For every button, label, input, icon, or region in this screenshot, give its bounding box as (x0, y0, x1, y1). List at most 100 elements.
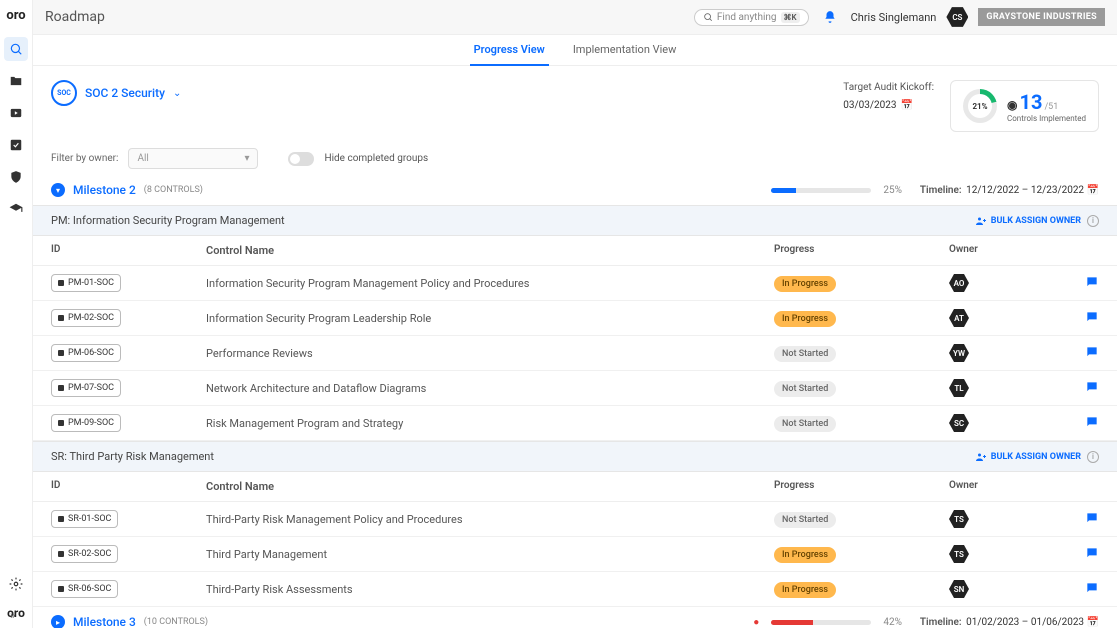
milestone-3-title[interactable]: Milestone 3 (73, 615, 136, 628)
comment-icon[interactable] (1085, 415, 1099, 432)
filter-owner-dropdown[interactable]: All▾ (128, 148, 258, 169)
hide-completed-label: Hide completed groups (324, 153, 428, 164)
control-name: Third-Party Risk Management Policy and P… (206, 513, 774, 526)
control-name: Information Security Program Management … (206, 277, 774, 290)
notifications-icon[interactable] (819, 6, 841, 28)
view-tabs: Progress View Implementation View (33, 34, 1117, 66)
control-name: Third-Party Risk Assessments (206, 583, 774, 596)
comment-icon[interactable] (1085, 275, 1099, 292)
table-header: ID Control Name Progress Owner (33, 472, 1117, 502)
milestone-collapse-icon[interactable]: ▾ (51, 183, 65, 197)
status-badge: Not Started (774, 381, 836, 397)
nav-shield-icon[interactable] (4, 165, 28, 189)
tab-progress-view[interactable]: Progress View (470, 35, 549, 66)
milestone-2-title[interactable]: Milestone 2 (73, 183, 136, 197)
control-name: Network Architecture and Dataflow Diagra… (206, 382, 774, 395)
controls-total: /51 (1044, 102, 1058, 112)
control-name: Risk Management Program and Strategy (206, 417, 774, 430)
control-id-link[interactable]: SR-06-SOC (51, 580, 118, 598)
user-name: Chris Singlemann (851, 11, 937, 24)
comment-icon[interactable] (1085, 546, 1099, 563)
status-badge: Not Started (774, 416, 836, 432)
hide-completed-toggle[interactable] (288, 152, 314, 166)
milestone-expand-icon[interactable]: ▸ (51, 615, 65, 628)
status-badge: In Progress (774, 582, 836, 598)
org-badge: GRAYSTONE INDUSTRIES (978, 8, 1105, 26)
control-name: Third Party Management (206, 548, 774, 561)
owner-avatar[interactable]: AO (949, 273, 969, 293)
comment-icon[interactable] (1085, 511, 1099, 528)
table-row: PM-01-SOC Information Security Program M… (33, 266, 1117, 301)
info-icon[interactable]: i (1087, 215, 1099, 227)
owner-avatar[interactable]: SC (949, 413, 969, 433)
table-row: SR-02-SOC Third Party Management In Prog… (33, 537, 1117, 572)
tab-implementation-view[interactable]: Implementation View (569, 35, 681, 66)
col-owner: Owner (949, 244, 1069, 257)
owner-avatar[interactable]: AT (949, 308, 969, 328)
control-id-link[interactable]: PM-06-SOC (51, 344, 121, 362)
control-id-link[interactable]: PM-07-SOC (51, 379, 121, 397)
top-bar: Roadmap Find anything ⌘K Chris Singleman… (33, 0, 1117, 34)
control-id-link[interactable]: PM-09-SOC (51, 414, 121, 432)
comment-icon[interactable] (1085, 380, 1099, 397)
bulk-assign-owner-button[interactable]: BULK ASSIGN OWNER (975, 451, 1081, 463)
bulk-assign-owner-button[interactable]: BULK ASSIGN OWNER (975, 215, 1081, 227)
program-name: SOC 2 Security (85, 86, 165, 100)
stats-label: Controls Implemented (1007, 114, 1086, 123)
control-id-link[interactable]: SR-02-SOC (51, 545, 118, 563)
control-id-link[interactable]: PM-01-SOC (51, 274, 121, 292)
search-input[interactable]: Find anything ⌘K (694, 9, 809, 26)
owner-avatar[interactable]: YW (949, 343, 969, 363)
status-badge: In Progress (774, 547, 836, 563)
calendar-icon[interactable]: 📅 (901, 98, 913, 114)
alert-icon: ● (753, 617, 759, 628)
table-header: ID Control Name Progress Owner (33, 236, 1117, 266)
brand-logo[interactable]: oro (6, 8, 25, 23)
comment-icon[interactable] (1085, 310, 1099, 327)
control-id-link[interactable]: PM-02-SOC (51, 309, 121, 327)
nav-overview-icon[interactable] (4, 37, 28, 61)
control-id-link[interactable]: SR-01-SOC (51, 510, 118, 528)
program-badge-icon: SOC (51, 80, 77, 106)
owner-avatar[interactable]: TS (949, 544, 969, 564)
status-badge: Not Started (774, 512, 836, 528)
table-row: PM-09-SOC Risk Management Program and St… (33, 406, 1117, 441)
clock-icon: ◉ (1007, 98, 1017, 112)
col-name: Control Name (206, 244, 774, 257)
group-header-pm: PM: Information Security Program Managem… (33, 205, 1117, 236)
owner-avatar[interactable]: SN (949, 579, 969, 599)
owner-avatar[interactable]: TL (949, 378, 969, 398)
calendar-icon[interactable]: 📅 (1087, 185, 1099, 196)
user-plus-icon (975, 215, 987, 227)
col-id: ID (51, 244, 206, 257)
nav-education-icon[interactable] (4, 197, 28, 221)
comment-icon[interactable] (1085, 345, 1099, 362)
table-row: SR-06-SOC Third-Party Risk Assessments I… (33, 572, 1117, 607)
table-row: PM-06-SOC Performance Reviews Not Starte… (33, 336, 1117, 371)
expand-sidebar-icon[interactable]: » (10, 609, 15, 622)
target-label: Target Audit Kickoff: (843, 80, 934, 96)
nav-folder-icon[interactable] (4, 69, 28, 93)
program-selector[interactable]: SOC SOC 2 Security ⌄ (51, 80, 181, 106)
info-icon[interactable]: i (1087, 451, 1099, 463)
milestone-3-count: (10 CONTROLS) (144, 617, 208, 627)
target-audit: Target Audit Kickoff: 03/03/2023 📅 (843, 80, 934, 114)
comment-icon[interactable] (1085, 581, 1099, 598)
user-avatar[interactable]: CS (946, 6, 968, 28)
search-placeholder: Find anything (717, 12, 777, 23)
status-badge: In Progress (774, 276, 836, 292)
status-badge: In Progress (774, 311, 836, 327)
calendar-icon[interactable]: 📅 (1087, 617, 1099, 628)
table-row: PM-02-SOC Information Security Program L… (33, 301, 1117, 336)
nav-play-icon[interactable] (4, 101, 28, 125)
milestone-2-progress-bar (771, 188, 871, 193)
milestone-2-pct: 25% (883, 185, 902, 196)
chevron-down-icon: ▾ (244, 153, 249, 164)
chevron-down-icon: ⌄ (173, 88, 181, 99)
status-badge: Not Started (774, 346, 836, 362)
milestone-2-count: (8 CONTROLS) (144, 185, 203, 195)
search-kbd: ⌘K (781, 12, 800, 23)
owner-avatar[interactable]: TS (949, 509, 969, 529)
nav-check-icon[interactable] (4, 133, 28, 157)
settings-icon[interactable] (4, 572, 28, 596)
